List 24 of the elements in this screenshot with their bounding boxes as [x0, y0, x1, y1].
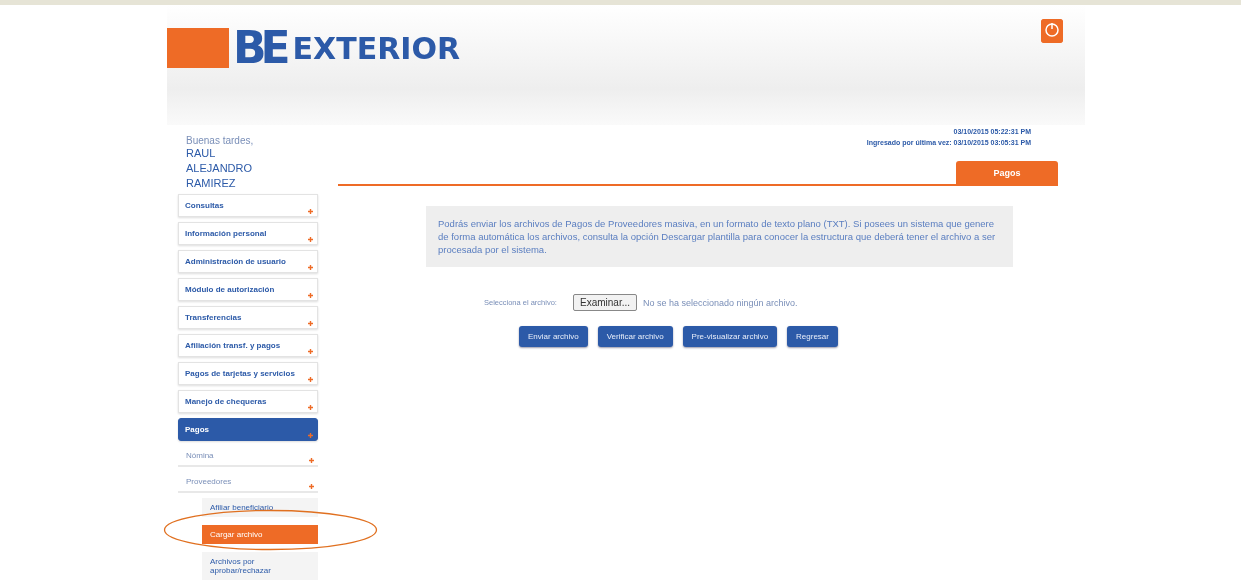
greeting: Buenas tardes, — [186, 135, 255, 146]
brand-name: EXTERIOR — [292, 30, 461, 66]
menu-item[interactable]: Transferencias — [178, 306, 318, 329]
submenu-item[interactable]: Afiliar beneficiario — [202, 498, 318, 517]
action-button[interactable]: Enviar archivo — [519, 326, 588, 347]
menu-item[interactable]: Pagos — [178, 418, 318, 441]
user-name: ALEJANDRO — [186, 161, 254, 176]
info-text: Podrás enviar los archivos de Pagos de Proveedores masiva, en un formato de texto plano (TXT). Si posees un sistema que genere de forma automática los archivos, consulta la opción Descargar plantilla para conocer la estructura que deberá tener el archivo a ser procesada por el sistema. — [426, 206, 1013, 267]
menu-item[interactable]: Pagos de tarjetas y servicios — [178, 362, 318, 385]
browse-button[interactable]: Examinar... — [572, 294, 637, 311]
menu-item[interactable]: Información personal — [178, 222, 318, 245]
menu-item[interactable]: Consultas — [178, 194, 318, 217]
menu-item[interactable]: Módulo de autorización — [178, 278, 318, 301]
menu-item[interactable]: Administración de usuario — [178, 250, 318, 273]
action-button[interactable]: Pre-visualizar archivo — [682, 326, 778, 347]
file-status: No se ha seleccionado ningún archivo. — [643, 297, 798, 308]
action-button[interactable]: Verificar archivo — [597, 326, 673, 347]
logo-mark: BE — [232, 25, 287, 71]
menu-item[interactable]: Afiliación transf. y pagos — [178, 334, 318, 357]
menu-item[interactable]: Manejo de chequeras — [178, 390, 318, 413]
user-name: RAMIREZ — [186, 176, 237, 191]
user-name: RAUL — [186, 146, 217, 161]
action-button[interactable]: Regresar — [787, 326, 838, 347]
submenu-item[interactable]: Archivos por aprobar/rechazar — [202, 552, 318, 580]
